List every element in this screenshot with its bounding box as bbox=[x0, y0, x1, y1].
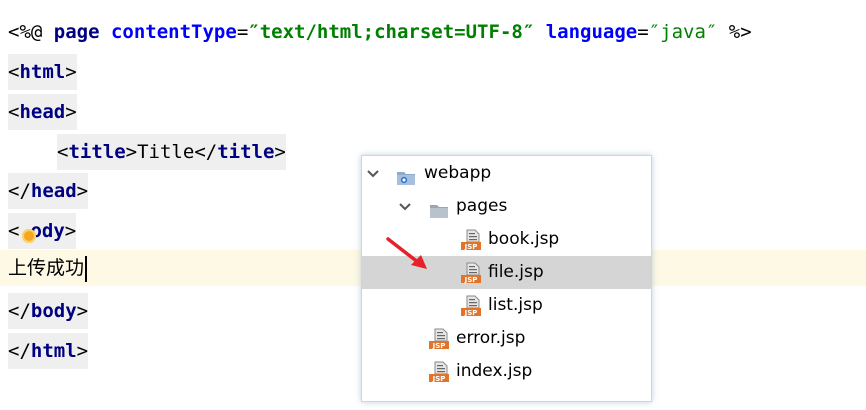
code-line-head-open[interactable]: <head> bbox=[8, 94, 77, 130]
tag-html-open: html bbox=[19, 61, 66, 83]
attr-eq: = bbox=[236, 21, 249, 43]
code-line-body-open[interactable]: < ody> bbox=[8, 213, 77, 249]
attr-content-type-value: ″text/html;charset=UTF-8″ bbox=[248, 21, 535, 43]
attr-language: language bbox=[545, 21, 638, 43]
chevron-down-icon[interactable] bbox=[366, 167, 380, 181]
tree-node-error-jsp[interactable]: JSP error.jsp bbox=[362, 322, 651, 355]
folder-icon bbox=[429, 198, 449, 218]
project-tree-popup[interactable]: webapp pages JSP book.jsp JSP file.jsp J… bbox=[361, 155, 652, 402]
svg-text:JSP: JSP bbox=[432, 375, 446, 383]
code-line-title[interactable]: <title>Title</title> bbox=[57, 134, 286, 170]
jsp-file-icon: JSP bbox=[428, 361, 450, 383]
tag-body-close: body bbox=[30, 300, 77, 322]
attr-language-value: ″java″ bbox=[648, 21, 718, 43]
title-text: Title bbox=[137, 141, 195, 163]
attr-eq: = bbox=[637, 21, 649, 43]
tree-node-webapp[interactable]: webapp bbox=[362, 157, 651, 190]
tag-title-open: title bbox=[68, 141, 126, 163]
svg-text:JSP: JSP bbox=[432, 342, 446, 350]
intention-bulb-icon[interactable] bbox=[22, 229, 36, 243]
code-line-head-close[interactable]: </head> bbox=[8, 173, 89, 209]
tag-title-close: title bbox=[217, 141, 275, 163]
svg-text:JSP: JSP bbox=[464, 276, 478, 284]
tree-label-pages: pages bbox=[456, 196, 508, 216]
tree-node-pages[interactable]: pages bbox=[362, 190, 651, 223]
attr-content-type: contentType bbox=[110, 21, 237, 43]
code-line-html-close[interactable]: </html> bbox=[8, 333, 89, 369]
body-text: 上传成功 bbox=[8, 257, 85, 279]
directive-keyword: page bbox=[53, 21, 100, 43]
code-line-body-close[interactable]: </body> bbox=[8, 293, 89, 329]
jsp-file-icon: JSP bbox=[460, 262, 482, 284]
code-line-html-open[interactable]: <html> bbox=[8, 54, 77, 90]
tree-label-webapp: webapp bbox=[424, 163, 492, 183]
svg-text:JSP: JSP bbox=[464, 243, 478, 251]
tree-label-book-jsp: book.jsp bbox=[488, 229, 560, 249]
code-line-directive[interactable]: <%@ page contentType=″text/html;charset=… bbox=[8, 14, 752, 50]
tag-body-open: ody bbox=[30, 220, 65, 242]
tree-label-index-jsp: index.jsp bbox=[456, 361, 533, 381]
tree-node-list-jsp[interactable]: JSP list.jsp bbox=[362, 289, 651, 322]
code-line-body-content[interactable]: 上传成功 bbox=[8, 250, 88, 286]
annotation-arrow-icon bbox=[386, 237, 427, 269]
svg-text:JSP: JSP bbox=[464, 309, 478, 317]
jsp-file-icon: JSP bbox=[460, 295, 482, 317]
jsp-file-icon: JSP bbox=[460, 229, 482, 251]
tag-html-close: html bbox=[30, 340, 77, 362]
tag-head-open: head bbox=[19, 101, 66, 123]
chevron-down-icon[interactable] bbox=[398, 200, 412, 214]
directive-open: <%@ bbox=[8, 21, 54, 43]
jsp-file-icon: JSP bbox=[428, 328, 450, 350]
tree-label-error-jsp: error.jsp bbox=[456, 328, 526, 348]
tag-head-close: head bbox=[30, 180, 77, 202]
directive-close: %> bbox=[717, 21, 752, 43]
text-caret bbox=[85, 255, 88, 282]
tree-label-file-jsp: file.jsp bbox=[488, 262, 544, 282]
web-folder-icon bbox=[396, 165, 416, 185]
tree-node-index-jsp[interactable]: JSP index.jsp bbox=[362, 355, 651, 388]
tree-label-list-jsp: list.jsp bbox=[488, 295, 543, 315]
